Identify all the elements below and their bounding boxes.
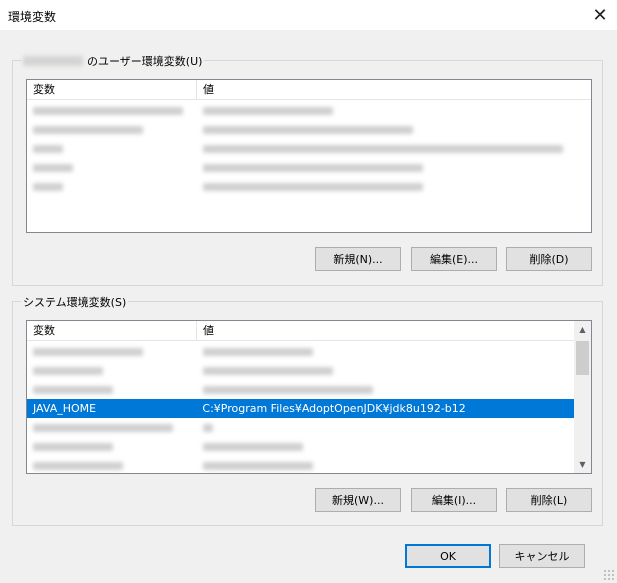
redacted-text [33, 182, 63, 191]
user-vars-label: のユーザー環境変数(U) [87, 55, 203, 68]
list-item[interactable] [27, 342, 574, 361]
close-icon: ✕ [592, 4, 608, 26]
cancel-button[interactable]: キャンセル [499, 544, 585, 568]
system-edit-button[interactable]: 編集(I)... [411, 488, 497, 512]
redacted-text [203, 385, 373, 394]
redacted-text [203, 106, 333, 115]
redacted-text [33, 163, 73, 172]
redacted-username [23, 56, 83, 66]
title-bar: 環境変数 ✕ [0, 0, 617, 30]
list-item[interactable] [27, 456, 574, 473]
user-delete-button[interactable]: 削除(D) [506, 247, 592, 271]
column-header-variable[interactable]: 変数 [27, 321, 197, 341]
scroll-up-button[interactable]: ▲ [574, 321, 591, 338]
system-new-button[interactable]: 新規(W)... [315, 488, 401, 512]
redacted-text [203, 125, 413, 134]
list-item[interactable] [27, 380, 574, 399]
system-vars-header: 変数 値 [27, 321, 576, 341]
ok-button[interactable]: OK [405, 544, 491, 568]
redacted-text [203, 461, 313, 470]
close-button[interactable]: ✕ [583, 0, 617, 30]
redacted-text [203, 366, 333, 375]
redacted-text [203, 423, 213, 432]
user-new-button[interactable]: 新規(N)... [315, 247, 401, 271]
column-header-value[interactable]: 値 [197, 321, 576, 341]
redacted-text [203, 182, 423, 191]
list-item[interactable] [27, 120, 591, 139]
system-vars-list[interactable]: 変数 値 JAVA_HOME C:¥Program Files¥AdoptOpen… [26, 320, 592, 474]
variable-name-cell: JAVA_HOME [33, 402, 97, 415]
redacted-text [33, 125, 143, 134]
list-item[interactable] [27, 158, 591, 177]
system-vars-label: システム環境変数(S) [23, 296, 127, 309]
redacted-text [33, 347, 143, 356]
system-vars-scrollbar[interactable]: ▲ ▼ [574, 321, 591, 473]
variable-value-cell: C:¥Program Files¥AdoptOpenJDK¥jdk8u192-b… [202, 402, 466, 415]
list-item[interactable] [27, 418, 574, 437]
user-vars-list[interactable]: 変数 値 [26, 79, 592, 233]
user-vars-header: 変数 値 [27, 80, 591, 100]
redacted-text [33, 442, 113, 451]
redacted-text [33, 461, 123, 470]
redacted-text [33, 385, 113, 394]
system-delete-button[interactable]: 削除(L) [506, 488, 592, 512]
column-header-variable[interactable]: 変数 [27, 80, 197, 100]
list-item[interactable] [27, 139, 591, 158]
scroll-down-button[interactable]: ▼ [574, 456, 591, 473]
list-item[interactable] [27, 437, 574, 456]
list-item[interactable] [27, 361, 574, 380]
redacted-text [33, 366, 103, 375]
chevron-down-icon: ▼ [579, 460, 586, 469]
list-item[interactable] [27, 177, 591, 196]
window-title: 環境変数 [8, 10, 57, 24]
user-edit-button[interactable]: 編集(E)... [411, 247, 497, 271]
user-vars-group: のユーザー環境変数(U) 変数 値 新規(N)... 編集(E)... 削除(D… [12, 53, 603, 286]
chevron-up-icon: ▲ [579, 325, 586, 334]
user-vars-legend: のユーザー環境変数(U) [21, 53, 205, 69]
redacted-text [203, 144, 563, 153]
resize-grip[interactable] [603, 569, 615, 581]
redacted-text [203, 442, 303, 451]
redacted-text [33, 423, 173, 432]
scroll-thumb[interactable] [576, 341, 589, 375]
list-item[interactable] [27, 101, 591, 120]
system-vars-rows: JAVA_HOME C:¥Program Files¥AdoptOpenJDK¥j… [27, 342, 574, 473]
redacted-text [33, 106, 183, 115]
system-vars-group: システム環境変数(S) 変数 値 JAVA_HOME C:¥Program Fil… [12, 294, 603, 526]
redacted-text [203, 163, 423, 172]
column-header-value[interactable]: 値 [197, 80, 591, 100]
system-vars-legend: システム環境変数(S) [21, 294, 129, 310]
user-vars-rows [27, 101, 591, 196]
redacted-text [33, 144, 63, 153]
dialog-body: のユーザー環境変数(U) 変数 値 新規(N)... 編集(E)... 削除(D… [0, 30, 617, 583]
list-item-selected[interactable]: JAVA_HOME C:¥Program Files¥AdoptOpenJDK¥j… [27, 399, 574, 418]
redacted-text [203, 347, 313, 356]
